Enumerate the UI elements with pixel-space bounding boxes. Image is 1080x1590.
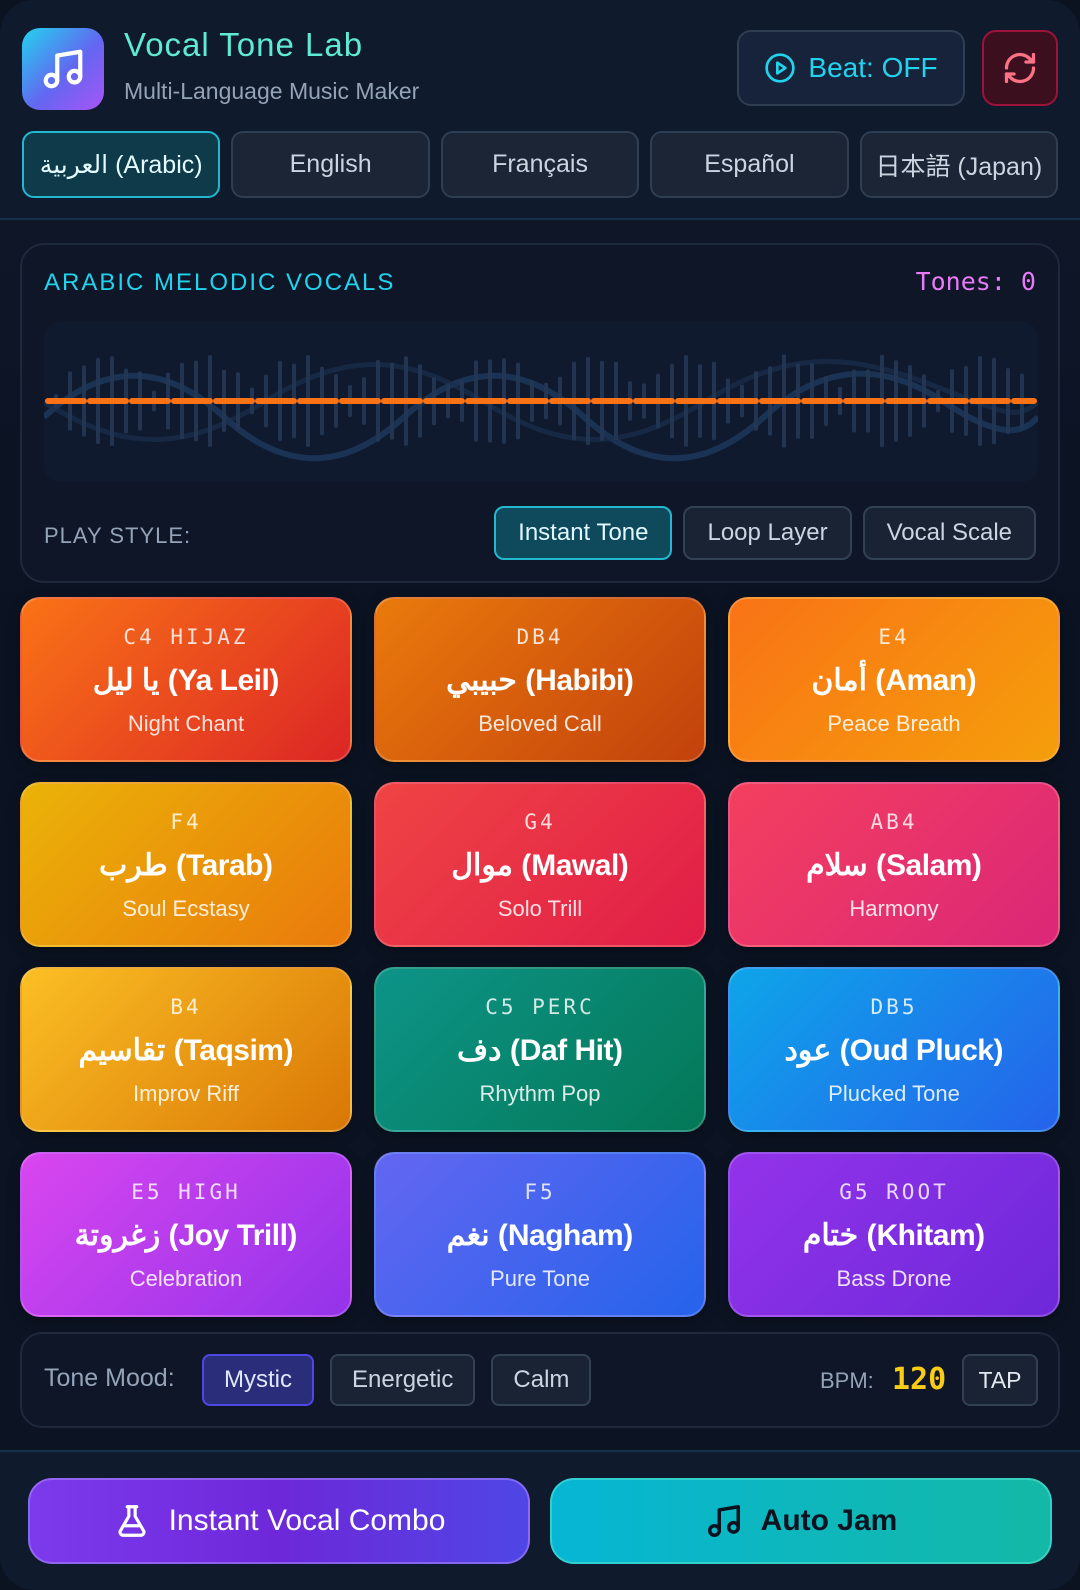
pad-note: DB4 <box>516 625 564 649</box>
mood-panel: Tone Mood: Mystic Energetic Calm BPM: 12… <box>20 1332 1060 1428</box>
tone-pad[interactable]: E4 أمان (Aman) Peace Breath <box>728 597 1060 762</box>
tone-pad[interactable]: AB4 سلام (Salam) Harmony <box>728 782 1060 947</box>
tone-pad[interactable]: E5 HIGH زغروتة (Joy Trill) Celebration <box>20 1152 352 1317</box>
tone-pad[interactable]: F4 طرب (Tarab) Soul Ecstasy <box>20 782 352 947</box>
reset-button[interactable] <box>982 30 1058 106</box>
visualizer-title: ARABIC MELODIC VOCALS <box>44 269 396 296</box>
play-style-options: Instant Tone Loop Layer Vocal Scale <box>494 506 1036 560</box>
play-style-instant-tone[interactable]: Instant Tone <box>494 506 673 560</box>
beat-toggle-label: Beat: OFF <box>808 52 938 83</box>
tone-mood-label: Tone Mood: <box>44 1364 175 1392</box>
tone-pad[interactable]: B4 تقاسيم (Taqsim) Improv Riff <box>20 967 352 1132</box>
pad-name: موال (Mawal) <box>451 849 629 882</box>
tone-pad[interactable]: C4 HIJAZ يا ليل (Ya Leil) Night Chant <box>20 597 352 762</box>
pad-note: C5 PERC <box>485 995 595 1019</box>
pad-subtitle: Harmony <box>849 896 939 921</box>
pad-note: DB5 <box>870 995 918 1019</box>
auto-jam-button[interactable]: Auto Jam <box>550 1478 1052 1564</box>
waveform-graphic <box>41 354 1041 462</box>
tone-counter: Tones: 0 <box>915 267 1036 296</box>
pad-name: ختام (Khitam) <box>802 1219 986 1252</box>
tone-pad[interactable]: F5 نغم (Nagham) Pure Tone <box>374 1152 706 1317</box>
pad-note: G4 <box>524 810 556 834</box>
tap-tempo-button[interactable]: TAP <box>962 1354 1038 1406</box>
instant-vocal-combo-button[interactable]: Instant Vocal Combo <box>28 1478 530 1564</box>
visualizer-panel: ARABIC MELODIC VOCALS Tones: 0 PLAY STYL… <box>20 243 1060 583</box>
tab-language-spanish[interactable]: Español <box>650 131 849 198</box>
pad-subtitle: Bass Drone <box>836 1266 952 1291</box>
pad-subtitle: Plucked Tone <box>828 1081 960 1106</box>
pad-name: زغروتة (Joy Trill) <box>74 1219 298 1252</box>
pad-subtitle: Beloved Call <box>478 711 602 736</box>
pad-note: AB4 <box>870 810 918 834</box>
mood-calm-button[interactable]: Calm <box>491 1354 592 1406</box>
pad-subtitle: Soul Ecstasy <box>122 896 250 921</box>
pad-note: C4 HIJAZ <box>123 625 249 649</box>
pad-name: دف (Daf Hit) <box>457 1034 623 1067</box>
play-style-label: PLAY STYLE: <box>44 523 192 548</box>
music-note-icon <box>43 49 83 89</box>
tab-language-japanese[interactable]: 日本語 (Japan) <box>859 131 1059 198</box>
pad-note: B4 <box>170 995 202 1019</box>
instant-vocal-combo-label: Instant Vocal Combo <box>168 1504 446 1537</box>
pad-subtitle: Improv Riff <box>133 1081 239 1106</box>
tone-pad[interactable]: C5 PERC دف (Daf Hit) Rhythm Pop <box>374 967 706 1132</box>
play-style-loop-layer[interactable]: Loop Layer <box>683 506 852 560</box>
mood-energetic-button[interactable]: Energetic <box>330 1354 476 1406</box>
footer: Instant Vocal Combo Auto Jam <box>0 1450 1080 1590</box>
waveform-display <box>41 322 1041 482</box>
pad-subtitle: Celebration <box>129 1266 243 1291</box>
play-circle-icon <box>765 53 796 83</box>
tone-pad[interactable]: G5 ROOT ختام (Khitam) Bass Drone <box>728 1152 1060 1317</box>
pad-subtitle: Peace Breath <box>827 711 961 736</box>
pad-name: عود (Oud Pluck) <box>784 1034 1004 1067</box>
header: Vocal Tone Lab Multi-Language Music Make… <box>0 0 1080 220</box>
pad-name: يا ليل (Ya Leil) <box>92 664 280 697</box>
language-tabs: العربية (Arabic) English Français Españo… <box>22 131 1059 198</box>
tone-pad[interactable]: DB4 حبيبي (Habibi) Beloved Call <box>374 597 706 762</box>
bpm-value: 120 <box>892 1362 947 1397</box>
pad-note: E5 HIGH <box>131 1180 241 1204</box>
tab-language-french[interactable]: Français <box>440 131 640 198</box>
pad-name: تقاسيم (Taqsim) <box>78 1034 294 1067</box>
pad-subtitle: Pure Tone <box>490 1266 590 1291</box>
tone-pad-grid: C4 HIJAZ يا ليل (Ya Leil) Night Chant DB4 حب… <box>20 597 1060 1317</box>
pad-subtitle: Solo Trill <box>497 896 583 921</box>
music-note-icon <box>707 1505 740 1537</box>
pad-subtitle: Night Chant <box>127 711 245 736</box>
pad-name: سلام (Salam) <box>806 849 982 882</box>
tone-pad[interactable]: G4 موال (Mawal) Solo Trill <box>374 782 706 947</box>
app-subtitle: Multi-Language Music Maker <box>124 78 420 104</box>
pad-note: F4 <box>170 810 202 834</box>
refresh-icon <box>1004 52 1036 84</box>
pad-subtitle: Rhythm Pop <box>479 1081 601 1106</box>
pad-name: نغم (Nagham) <box>446 1219 634 1252</box>
pad-note: E4 <box>878 625 910 649</box>
app-logo <box>22 28 104 110</box>
app-window: Vocal Tone Lab Multi-Language Music Make… <box>0 0 1080 1590</box>
pad-note: F5 <box>524 1180 556 1204</box>
pad-name: حبيبي (Habibi) <box>446 664 634 697</box>
tab-language-english[interactable]: English <box>231 131 430 198</box>
flask-icon <box>118 1505 146 1537</box>
pad-note: G5 ROOT <box>839 1180 949 1204</box>
tab-language-arabic[interactable]: العربية (Arabic) <box>22 131 221 198</box>
play-style-vocal-scale[interactable]: Vocal Scale <box>862 506 1036 560</box>
mood-options: Mystic Energetic Calm <box>202 1354 592 1406</box>
mood-mystic-button[interactable]: Mystic <box>202 1354 314 1406</box>
tone-pad[interactable]: DB5 عود (Oud Pluck) Plucked Tone <box>728 967 1060 1132</box>
pad-name: طرب (Tarab) <box>99 849 273 882</box>
pad-name: أمان (Aman) <box>811 664 977 697</box>
beat-toggle-button[interactable]: Beat: OFF <box>737 30 965 106</box>
app-title: Vocal Tone Lab <box>124 26 364 63</box>
auto-jam-label: Auto Jam <box>760 1504 898 1537</box>
bpm-label: BPM: <box>820 1368 874 1393</box>
